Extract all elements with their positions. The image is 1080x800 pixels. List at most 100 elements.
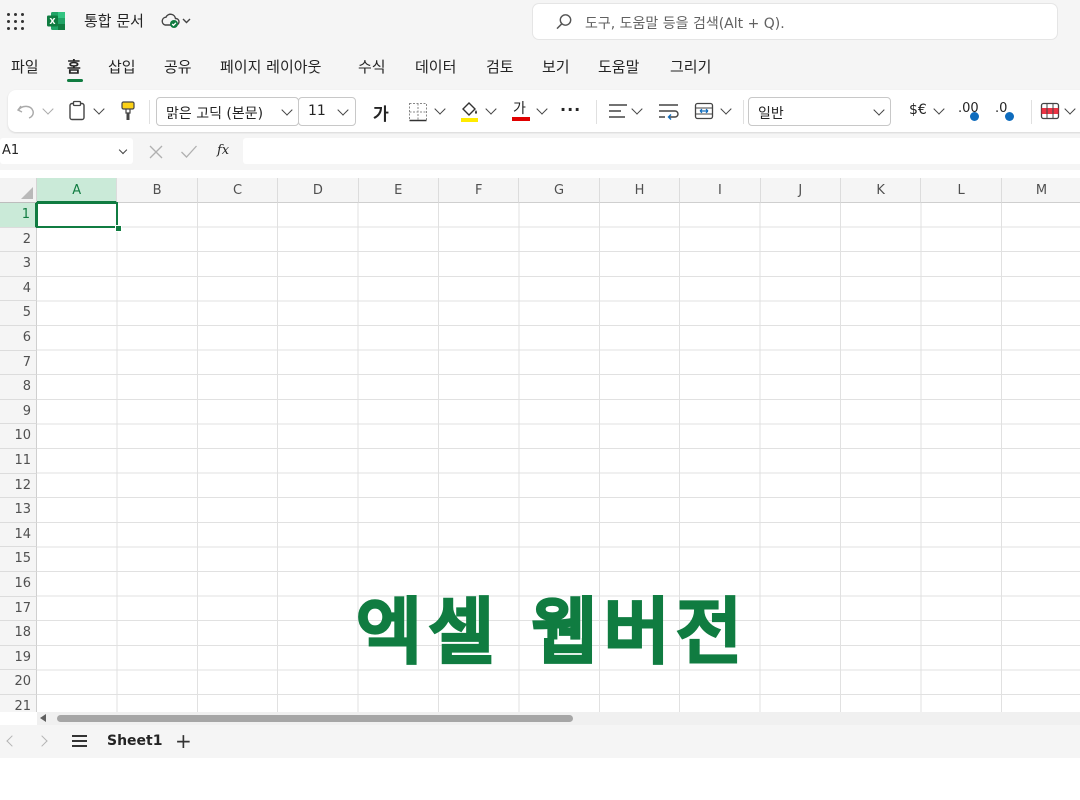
- row-header[interactable]: 14: [0, 522, 37, 548]
- row-header[interactable]: 18: [0, 621, 37, 646]
- row-header[interactable]: 13: [0, 498, 37, 523]
- decrease-decimal-button[interactable]: .0: [995, 101, 1019, 123]
- column-header[interactable]: H: [599, 178, 681, 203]
- font-color-chevron-icon[interactable]: [536, 103, 548, 115]
- currency-button[interactable]: $€: [909, 102, 927, 118]
- fill-color-icon[interactable]: [459, 99, 481, 123]
- row-header[interactable]: 2: [0, 227, 37, 253]
- row-header[interactable]: 8: [0, 375, 37, 400]
- row-header[interactable]: 4: [0, 276, 37, 302]
- column-header[interactable]: C: [197, 178, 279, 203]
- prev-sheet-icon[interactable]: [6, 735, 18, 747]
- column-header[interactable]: K: [841, 178, 922, 203]
- conditional-format-chevron-icon[interactable]: [1064, 103, 1076, 115]
- row-header[interactable]: 5: [0, 301, 37, 326]
- row-header[interactable]: 11: [0, 449, 37, 474]
- tab-review[interactable]: 검토: [486, 56, 514, 77]
- select-all-button[interactable]: [0, 178, 37, 203]
- merge-chevron-icon[interactable]: [720, 103, 732, 115]
- font-color-button[interactable]: 가: [512, 98, 530, 124]
- scroll-left-icon[interactable]: [40, 714, 46, 722]
- tab-insert[interactable]: 삽입: [108, 56, 136, 77]
- tab-formulas[interactable]: 수식: [358, 56, 386, 77]
- column-header[interactable]: E: [358, 178, 439, 203]
- sheet-tab[interactable]: Sheet1: [107, 733, 162, 749]
- cancel-icon[interactable]: [148, 144, 164, 160]
- row-header[interactable]: 19: [0, 645, 37, 671]
- all-sheets-menu-icon[interactable]: [72, 735, 87, 747]
- app-launcher-icon[interactable]: [6, 12, 26, 32]
- sheet-tab-bar: Sheet1 +: [0, 725, 1080, 758]
- row-header[interactable]: 12: [0, 473, 37, 499]
- tab-share[interactable]: 공유: [164, 56, 192, 77]
- number-format-value: 일반: [758, 106, 784, 122]
- separator: [596, 100, 597, 124]
- font-name-select[interactable]: 맑은 고딕 (본문): [156, 97, 299, 126]
- confirm-icon[interactable]: [180, 144, 198, 160]
- more-options-button[interactable]: ···: [560, 100, 581, 119]
- row-header[interactable]: 3: [0, 252, 37, 277]
- fill-color-chevron-icon[interactable]: [485, 103, 497, 115]
- row-header[interactable]: 21: [0, 695, 37, 712]
- bold-button[interactable]: 가: [373, 100, 389, 125]
- active-cell[interactable]: [36, 202, 118, 228]
- column-header[interactable]: B: [117, 178, 198, 203]
- insert-function-button[interactable]: fx: [217, 143, 229, 158]
- font-size-select[interactable]: 11: [298, 97, 356, 126]
- row-header[interactable]: 7: [0, 350, 37, 376]
- paste-chevron-icon[interactable]: [93, 103, 105, 115]
- row-header[interactable]: 1: [0, 203, 37, 228]
- conditional-format-icon[interactable]: [1040, 101, 1060, 121]
- column-header[interactable]: J: [760, 178, 841, 203]
- tab-data[interactable]: 데이터: [415, 56, 456, 77]
- format-painter-icon[interactable]: [119, 100, 137, 122]
- document-title[interactable]: 통합 문서: [84, 10, 144, 31]
- select-all-triangle-icon: [21, 187, 33, 199]
- add-sheet-button[interactable]: +: [175, 729, 192, 753]
- row-header[interactable]: 16: [0, 572, 37, 597]
- column-header[interactable]: G: [519, 178, 600, 203]
- name-box[interactable]: A1: [0, 138, 133, 164]
- column-header[interactable]: A: [37, 178, 118, 203]
- title-bar: X 통합 문서 도구, 도움말 등을 검색(Alt + Q).: [0, 0, 1080, 44]
- formula-input[interactable]: [243, 138, 1080, 164]
- column-header[interactable]: M: [1001, 178, 1080, 203]
- wrap-text-icon[interactable]: [658, 102, 680, 120]
- arrow-left-icon: [1005, 112, 1014, 121]
- column-header[interactable]: L: [921, 178, 1002, 203]
- row-header[interactable]: 9: [0, 399, 37, 425]
- increase-decimal-button[interactable]: .00: [958, 101, 982, 123]
- row-header[interactable]: 15: [0, 547, 37, 572]
- column-header[interactable]: I: [680, 178, 761, 203]
- fill-handle[interactable]: [115, 225, 122, 232]
- borders-chevron-icon[interactable]: [434, 103, 446, 115]
- row-header[interactable]: 20: [0, 670, 37, 695]
- separator: [149, 100, 150, 124]
- undo-icon[interactable]: [16, 102, 38, 120]
- undo-chevron-icon[interactable]: [42, 103, 54, 115]
- horizontal-scrollbar[interactable]: [37, 712, 1080, 725]
- borders-icon[interactable]: [408, 102, 428, 122]
- font-color-glyph: 가: [513, 101, 526, 117]
- tab-home[interactable]: 홈: [67, 56, 81, 77]
- column-header[interactable]: D: [278, 178, 359, 203]
- cloud-saved-icon[interactable]: [160, 11, 192, 31]
- align-chevron-icon[interactable]: [631, 103, 643, 115]
- number-format-select[interactable]: 일반: [748, 97, 891, 126]
- row-header[interactable]: 6: [0, 326, 37, 351]
- currency-chevron-icon[interactable]: [933, 103, 945, 115]
- clipboard-icon[interactable]: [68, 100, 86, 122]
- row-header[interactable]: 17: [0, 596, 37, 622]
- merge-center-icon[interactable]: [694, 101, 714, 121]
- tab-page-layout[interactable]: 페이지 레이아웃: [220, 56, 321, 77]
- tab-help[interactable]: 도움말: [598, 56, 639, 77]
- search-input[interactable]: 도구, 도움말 등을 검색(Alt + Q).: [533, 4, 1057, 39]
- column-header[interactable]: F: [439, 178, 520, 203]
- align-left-icon[interactable]: [608, 102, 628, 120]
- tab-draw[interactable]: 그리기: [670, 56, 711, 77]
- next-sheet-icon[interactable]: [36, 735, 48, 747]
- tab-file[interactable]: 파일: [11, 56, 39, 77]
- tab-view[interactable]: 보기: [542, 56, 570, 77]
- scrollbar-thumb[interactable]: [57, 715, 573, 722]
- row-header[interactable]: 10: [0, 424, 37, 449]
